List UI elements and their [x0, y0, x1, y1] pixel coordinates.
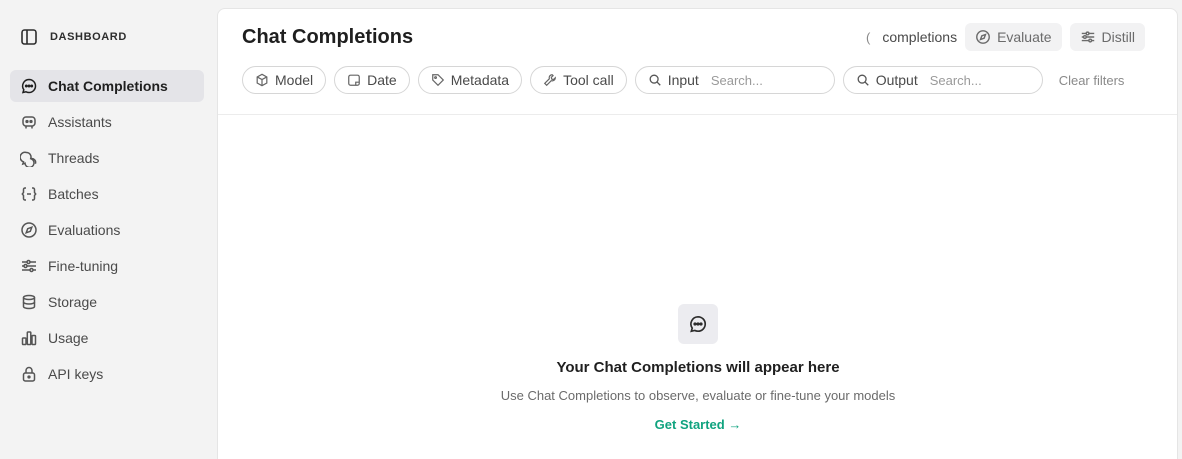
input-search[interactable]: Input	[634, 66, 835, 94]
input-search-label: Input	[667, 72, 699, 88]
header-actions: ( completions Evaluate Distill	[866, 23, 1145, 51]
app-root: DASHBOARD Chat Completions Assistants Th…	[0, 0, 1182, 459]
sidebar-item-label: Threads	[48, 150, 100, 166]
input-search-field[interactable]	[710, 72, 821, 88]
main-panel: Chat Completions ( completions Evaluate	[217, 8, 1178, 459]
evaluate-button[interactable]: Evaluate	[965, 23, 1062, 51]
tab-completions-label: completions	[882, 29, 958, 45]
wrench-icon	[543, 73, 557, 87]
sidebar-item-label: Fine-tuning	[48, 258, 119, 274]
sidebar: DASHBOARD Chat Completions Assistants Th…	[0, 0, 216, 459]
output-search[interactable]: Output	[842, 66, 1043, 94]
page-title: Chat Completions	[242, 26, 414, 48]
sidebar-item-label: Storage	[48, 294, 98, 310]
tool-call-filter[interactable]: Tool call	[530, 66, 627, 94]
tab-completions[interactable]: ( completions	[866, 23, 957, 51]
sliders-icon	[20, 257, 38, 275]
bar-chart-icon	[20, 329, 38, 347]
filter-bar: Model Date Metadata Tool call Input Sear…	[242, 66, 1124, 94]
sidebar-title: DASHBOARD	[50, 31, 127, 43]
sidebar-header: DASHBOARD	[20, 28, 127, 46]
robot-icon	[20, 113, 38, 131]
cube-icon	[255, 73, 269, 87]
sidebar-item-evaluations[interactable]: Evaluations	[10, 214, 204, 246]
sidebar-item-label: Batches	[48, 186, 99, 202]
sidebar-item-fine-tuning[interactable]: Fine-tuning	[10, 250, 204, 282]
tool-call-filter-label: Tool call	[563, 72, 614, 88]
chat-bubble-icon	[678, 304, 718, 344]
empty-state: Your Chat Completions will appear here U…	[218, 304, 1178, 434]
empty-state-title: Your Chat Completions will appear here	[556, 359, 840, 376]
calendar-icon	[347, 73, 361, 87]
sidebar-item-usage[interactable]: Usage	[10, 322, 204, 354]
date-filter[interactable]: Date	[334, 66, 410, 94]
model-filter-label: Model	[275, 72, 314, 88]
sidebar-item-label: API keys	[48, 366, 104, 382]
search-icon	[856, 73, 870, 87]
braces-icon	[20, 185, 38, 203]
sidebar-item-label: Usage	[48, 330, 89, 346]
distill-button[interactable]: Distill	[1069, 23, 1145, 51]
sidebar-item-chat-completions[interactable]: Chat Completions	[10, 70, 204, 102]
lock-icon	[20, 365, 38, 383]
compass-icon	[975, 29, 991, 45]
date-filter-label: Date	[367, 72, 397, 88]
tag-icon	[431, 73, 445, 87]
threads-icon	[20, 149, 38, 167]
compass-icon	[20, 221, 38, 239]
get-started-link[interactable]: Get Started →	[655, 417, 742, 432]
sidebar-item-label: Chat Completions	[48, 78, 168, 94]
distill-label: Distill	[1101, 29, 1135, 45]
chat-bubble-icon	[20, 77, 38, 95]
clear-filters-button[interactable]: Clear filters	[1059, 73, 1125, 88]
output-search-field[interactable]	[929, 72, 1040, 88]
sidebar-toggle-icon[interactable]	[20, 28, 38, 46]
empty-state-subtitle: Use Chat Completions to observe, evaluat…	[500, 388, 896, 403]
sidebar-item-assistants[interactable]: Assistants	[10, 106, 204, 138]
output-search-label: Output	[875, 72, 918, 88]
metadata-filter[interactable]: Metadata	[417, 66, 523, 94]
sidebar-item-api-keys[interactable]: API keys	[10, 358, 204, 390]
sidebar-item-batches[interactable]: Batches	[10, 178, 204, 210]
sidebar-item-label: Evaluations	[48, 222, 121, 238]
tab-edge-icon: (	[866, 29, 871, 45]
database-icon	[20, 293, 38, 311]
search-icon	[648, 73, 662, 87]
sidebar-item-storage[interactable]: Storage	[10, 286, 204, 318]
sidebar-nav: Chat Completions Assistants Threads Batc…	[10, 70, 204, 394]
sidebar-item-label: Assistants	[48, 114, 112, 130]
metadata-filter-label: Metadata	[450, 72, 510, 88]
sliders-icon	[1080, 29, 1096, 45]
model-filter[interactable]: Model	[242, 66, 327, 94]
sidebar-item-threads[interactable]: Threads	[10, 142, 204, 174]
evaluate-label: Evaluate	[997, 29, 1052, 45]
header-divider	[218, 114, 1177, 115]
